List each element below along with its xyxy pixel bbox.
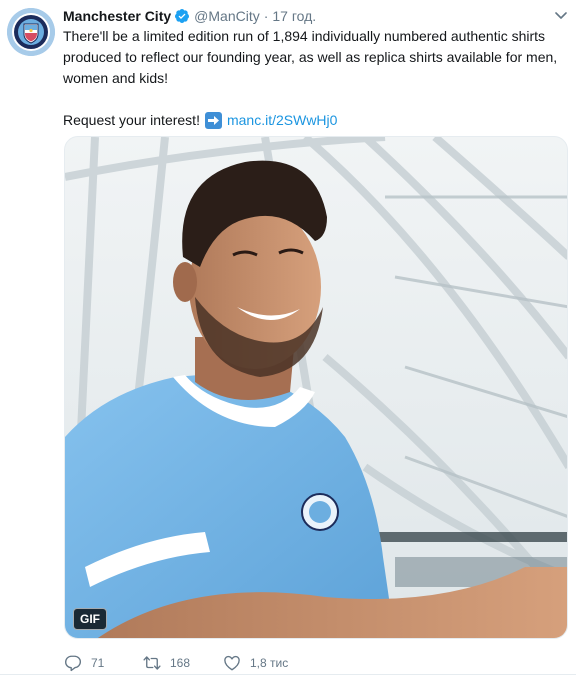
- tweet-link[interactable]: manc.it/2SWwHj0: [227, 110, 337, 131]
- author-handle[interactable]: @ManCity: [194, 6, 260, 26]
- request-text: Request your interest!: [63, 112, 200, 128]
- tweet-text: There'll be a limited edition run of 1,8…: [63, 28, 558, 86]
- player-photo: [65, 137, 567, 638]
- verified-badge-icon: [174, 8, 190, 24]
- reply-button[interactable]: 71: [64, 654, 143, 672]
- tweet-actions: 71 168 1,8 тис: [64, 653, 343, 673]
- separator-dot: ·: [263, 8, 269, 24]
- avatar[interactable]: [7, 8, 55, 56]
- gif-badge: GIF: [73, 608, 107, 630]
- tweet-timestamp[interactable]: 17 год.: [272, 6, 316, 26]
- tweet[interactable]: Manchester City @ManCity · 17 год. There…: [0, 0, 576, 675]
- reply-icon: [64, 654, 82, 672]
- chevron-down-icon[interactable]: [553, 8, 569, 24]
- retweet-icon: [143, 654, 161, 672]
- like-button[interactable]: 1,8 тис: [223, 654, 343, 672]
- retweet-button[interactable]: 168: [143, 654, 223, 672]
- tweet-content: Manchester City @ManCity · 17 год. There…: [63, 6, 569, 131]
- like-count: 1,8 тис: [250, 656, 289, 670]
- right-arrow-emoji-icon: [204, 112, 222, 129]
- request-line: Request your interest! manc.it/2SWwHj0: [63, 110, 569, 131]
- retweet-count: 168: [170, 656, 191, 670]
- author-name[interactable]: Manchester City: [63, 6, 171, 26]
- tweet-media-gif[interactable]: GIF: [64, 136, 568, 639]
- man-city-crest-icon: [7, 8, 55, 56]
- reply-count: 71: [91, 656, 105, 670]
- heart-icon: [223, 654, 241, 672]
- tweet-header: Manchester City @ManCity · 17 год.: [63, 6, 569, 26]
